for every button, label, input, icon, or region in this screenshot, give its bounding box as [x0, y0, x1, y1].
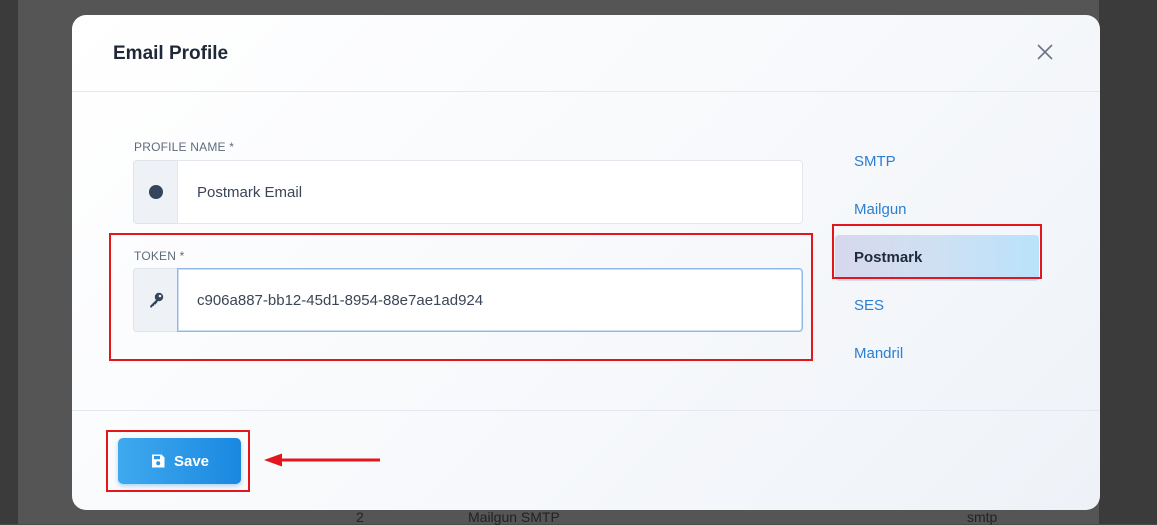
profile-name-label: PROFILE NAME * — [134, 140, 235, 154]
token-addon — [133, 268, 177, 332]
modal-title: Email Profile — [113, 43, 229, 64]
postmark-highlight-box — [832, 224, 1042, 279]
email-profile-modal: Email Profile PROFILE NAME * TOKEN * SMT… — [72, 15, 1100, 510]
backdrop-left — [0, 0, 18, 524]
profile-name-addon — [133, 160, 177, 224]
token-group — [133, 268, 803, 332]
provider-mandril[interactable]: Mandril — [835, 330, 1039, 378]
provider-smtp[interactable]: SMTP — [835, 138, 1039, 186]
close-icon — [1037, 44, 1053, 60]
arrow-left-icon — [264, 453, 380, 467]
save-button-label: Save — [173, 452, 210, 470]
background-cell-id: 2 — [356, 509, 364, 525]
key-icon — [149, 292, 163, 308]
profile-name-input[interactable] — [177, 160, 803, 224]
save-button[interactable]: Save — [118, 438, 241, 484]
floppy-disk-icon — [151, 454, 165, 468]
background-table-row: 2 Mailgun SMTP smtp — [320, 508, 1040, 525]
circle-icon — [148, 185, 163, 199]
modal-header: Email Profile — [72, 15, 1100, 92]
provider-ses[interactable]: SES — [835, 282, 1039, 330]
backdrop-right — [1099, 0, 1157, 524]
background-cell-type: smtp — [967, 509, 998, 525]
token-label: TOKEN * — [134, 249, 185, 263]
close-button[interactable] — [1030, 37, 1060, 67]
token-input[interactable] — [177, 268, 803, 332]
profile-name-group — [133, 160, 803, 224]
background-cell-name: Mailgun SMTP — [468, 509, 560, 525]
